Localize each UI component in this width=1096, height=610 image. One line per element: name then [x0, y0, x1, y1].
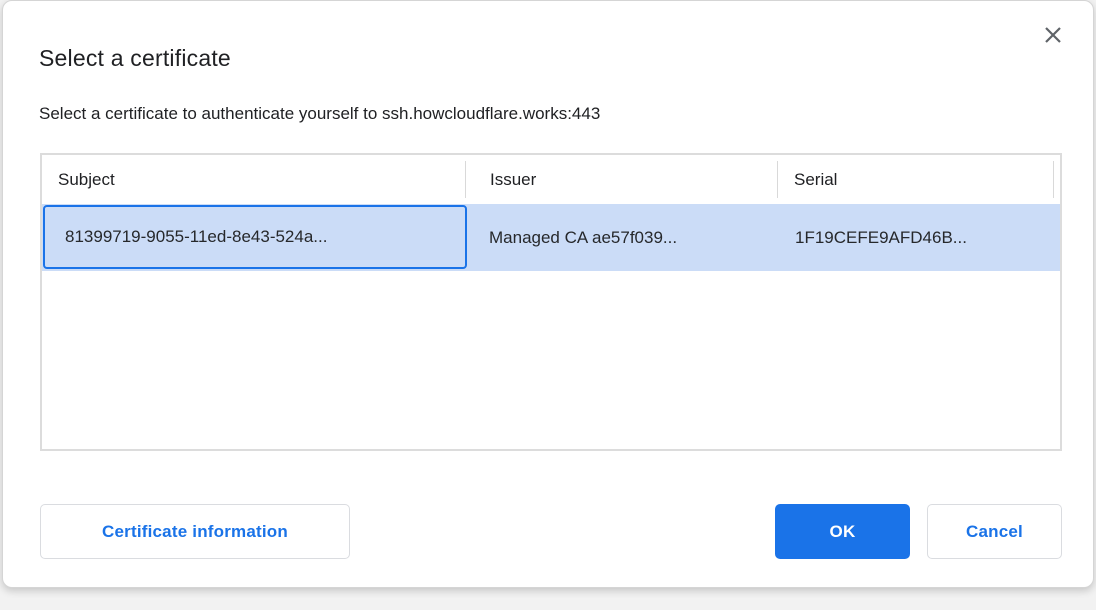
certificate-row-selected[interactable]: 81399719-9055-11ed-8e43-524a... Managed … — [42, 204, 1060, 271]
cell-serial[interactable]: 1F19CEFE9AFD46B... — [779, 204, 1055, 271]
certificate-table: Subject Issuer Serial 81399719-9055-11ed… — [40, 153, 1062, 451]
table-header-row: Subject Issuer Serial — [42, 155, 1060, 204]
cell-subject[interactable]: 81399719-9055-11ed-8e43-524a... — [43, 205, 467, 269]
dialog-subtitle: Select a certificate to authenticate you… — [39, 104, 600, 124]
certificate-information-button[interactable]: Certificate information — [40, 504, 350, 559]
cancel-button[interactable]: Cancel — [927, 504, 1062, 559]
column-divider — [1053, 161, 1054, 198]
ok-button[interactable]: OK — [775, 504, 910, 559]
column-header-issuer: Issuer — [466, 155, 778, 204]
dialog-title: Select a certificate — [39, 45, 231, 72]
column-header-serial: Serial — [778, 155, 1054, 204]
column-header-subject: Subject — [42, 155, 466, 204]
cell-issuer[interactable]: Managed CA ae57f039... — [467, 204, 779, 271]
close-x-glyph — [1044, 26, 1062, 44]
certificate-select-dialog: Select a certificate Select a certificat… — [2, 0, 1094, 588]
close-icon[interactable] — [1041, 23, 1065, 47]
